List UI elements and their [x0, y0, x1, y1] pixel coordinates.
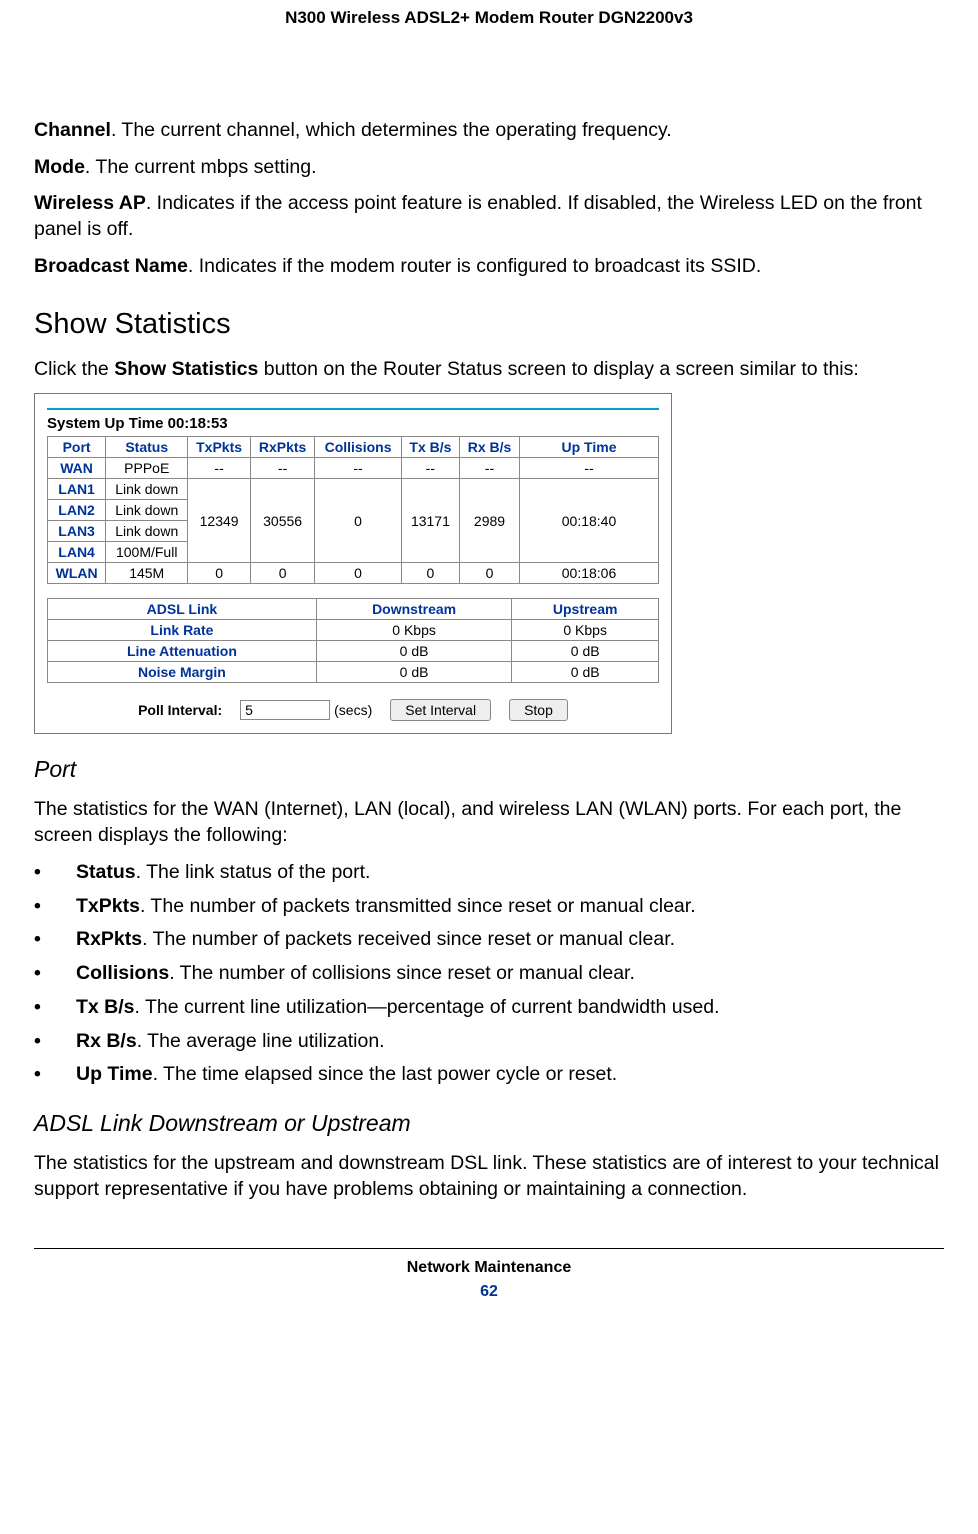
col-txbs: Tx B/s — [401, 437, 459, 458]
adsl-row-line-attenuation: Line Attenuation 0 dB 0 dB — [48, 641, 659, 662]
footer-separator — [34, 1248, 944, 1249]
li-rxpkts: •RxPkts. The number of packets received … — [34, 927, 944, 953]
li-txbs: •Tx B/s. The current line utilization—pe… — [34, 995, 944, 1021]
col-txpkts: TxPkts — [188, 437, 251, 458]
li-status: •Status. The link status of the port. — [34, 860, 944, 886]
poll-interval-label: Poll Interval: — [138, 702, 222, 718]
heading-port: Port — [34, 756, 944, 783]
col-upstream: Upstream — [512, 599, 659, 620]
system-up-time: System Up Time 00:18:53 — [47, 415, 659, 432]
row-wlan: WLAN 145M 0 0 0 0 0 00:18:06 — [48, 563, 659, 584]
poll-interval-row: Poll Interval: (secs) Set Interval Stop — [47, 699, 659, 721]
col-status: Status — [106, 437, 188, 458]
col-collisions: Collisions — [315, 437, 402, 458]
li-uptime: •Up Time. The time elapsed since the las… — [34, 1062, 944, 1088]
def-broadcast-name: Broadcast Name. Indicates if the modem r… — [34, 254, 944, 280]
poll-interval-units: (secs) — [334, 702, 372, 718]
col-rxpkts: RxPkts — [250, 437, 314, 458]
li-rxbs: •Rx B/s. The average line utilization. — [34, 1029, 944, 1055]
row-lan1: LAN1 Link down 12349 30556 0 13171 2989 … — [48, 479, 659, 500]
show-statistics-intro: Click the Show Statistics button on the … — [34, 357, 944, 383]
page-number: 62 — [34, 1283, 944, 1301]
statistics-screenshot: System Up Time 00:18:53 Port Status TxPk… — [34, 393, 672, 734]
adsl-row-noise-margin: Noise Margin 0 dB 0 dB — [48, 662, 659, 683]
heading-show-statistics: Show Statistics — [34, 308, 944, 341]
body-content: Channel. The current channel, which dete… — [34, 30, 944, 1202]
stop-button[interactable]: Stop — [509, 699, 568, 721]
stats-header-row: Port Status TxPkts RxPkts Collisions Tx … — [48, 437, 659, 458]
adsl-row-link-rate: Link Rate 0 Kbps 0 Kbps — [48, 620, 659, 641]
def-wireless-ap: Wireless AP. Indicates if the access poi… — [34, 191, 944, 242]
adsl-link-text: The statistics for the upstream and down… — [34, 1151, 944, 1202]
divider-top — [47, 408, 659, 410]
li-collisions: •Collisions. The number of collisions si… — [34, 961, 944, 987]
def-mode: Mode. The current mbps setting. — [34, 155, 944, 181]
col-uptime: Up Time — [520, 437, 659, 458]
heading-adsl-link: ADSL Link Downstream or Upstream — [34, 1110, 944, 1137]
adsl-header-row: ADSL Link Downstream Upstream — [48, 599, 659, 620]
col-adsl-link: ADSL Link — [48, 599, 317, 620]
row-wan: WAN PPPoE -- -- -- -- -- -- — [48, 458, 659, 479]
col-downstream: Downstream — [316, 599, 512, 620]
doc-header-title: N300 Wireless ADSL2+ Modem Router DGN220… — [34, 0, 944, 30]
port-intro: The statistics for the WAN (Internet), L… — [34, 797, 944, 848]
port-field-list: •Status. The link status of the port. •T… — [34, 860, 944, 1088]
li-txpkts: •TxPkts. The number of packets transmitt… — [34, 894, 944, 920]
col-port: Port — [48, 437, 106, 458]
def-channel: Channel. The current channel, which dete… — [34, 118, 944, 144]
col-rxbs: Rx B/s — [459, 437, 519, 458]
adsl-table: ADSL Link Downstream Upstream Link Rate … — [47, 598, 659, 683]
poll-interval-input[interactable] — [240, 700, 330, 720]
stats-table: Port Status TxPkts RxPkts Collisions Tx … — [47, 436, 659, 584]
set-interval-button[interactable]: Set Interval — [390, 699, 491, 721]
footer-section-title: Network Maintenance — [34, 1259, 944, 1277]
